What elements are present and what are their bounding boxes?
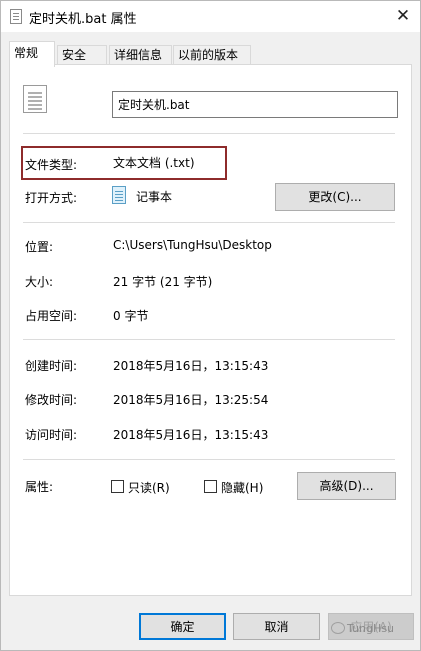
watermark-text: TungHsu [347, 622, 394, 635]
opens-with-value: 记事本 [136, 190, 173, 204]
advanced-button[interactable]: 高级(D)... [297, 472, 396, 500]
hidden-label: 隐藏(H) [221, 481, 264, 495]
tab-previous-versions[interactable]: 以前的版本 [173, 45, 251, 66]
size-on-disk-label: 占用空间: [25, 309, 78, 323]
size-on-disk-value: 0 字节 [113, 309, 149, 323]
divider [23, 459, 395, 460]
tab-general[interactable]: 常规 [9, 41, 55, 67]
file-icon [10, 9, 22, 24]
attributes-label: 属性: [25, 480, 54, 494]
opens-with-label: 打开方式: [25, 191, 78, 205]
divider [23, 222, 395, 223]
tab-details[interactable]: 详细信息 [109, 45, 172, 66]
modified-label: 修改时间: [25, 393, 78, 407]
modified-value: 2018年5月16日，13:25:54 [113, 393, 269, 407]
size-label: 大小: [25, 275, 54, 289]
readonly-label: 只读(R) [128, 481, 170, 495]
document-icon [23, 85, 47, 113]
close-icon[interactable]: ✕ [392, 5, 414, 27]
change-button[interactable]: 更改(C)... [275, 183, 395, 211]
accessed-label: 访问时间: [25, 428, 78, 442]
tab-panel-general [9, 64, 412, 596]
notepad-icon [112, 186, 126, 204]
properties-dialog: 定时关机.bat 属性 ✕ 常规 安全 详细信息 以前的版本 定时关机.bat … [0, 0, 421, 651]
size-value: 21 字节 (21 字节) [113, 275, 213, 289]
location-label: 位置: [25, 240, 54, 254]
tab-security[interactable]: 安全 [57, 45, 107, 66]
readonly-checkbox[interactable] [111, 480, 124, 493]
cancel-button[interactable]: 取消 [233, 613, 320, 640]
file-type-label: 文件类型: [25, 158, 78, 172]
created-label: 创建时间: [25, 359, 78, 373]
file-name-field[interactable]: 定时关机.bat [112, 91, 398, 118]
window-title: 定时关机.bat 属性 [29, 12, 137, 27]
hidden-checkbox[interactable] [204, 480, 217, 493]
ok-button[interactable]: 确定 [139, 613, 226, 640]
divider [23, 133, 395, 134]
wechat-icon [331, 622, 345, 634]
divider [23, 339, 395, 340]
created-value: 2018年5月16日，13:15:43 [113, 359, 269, 373]
location-value: C:\Users\TungHsu\Desktop [113, 238, 272, 252]
accessed-value: 2018年5月16日，13:15:43 [113, 428, 269, 442]
file-type-value: 文本文档 (.txt) [113, 156, 195, 170]
title-bar: 定时关机.bat 属性 ✕ [1, 1, 420, 32]
